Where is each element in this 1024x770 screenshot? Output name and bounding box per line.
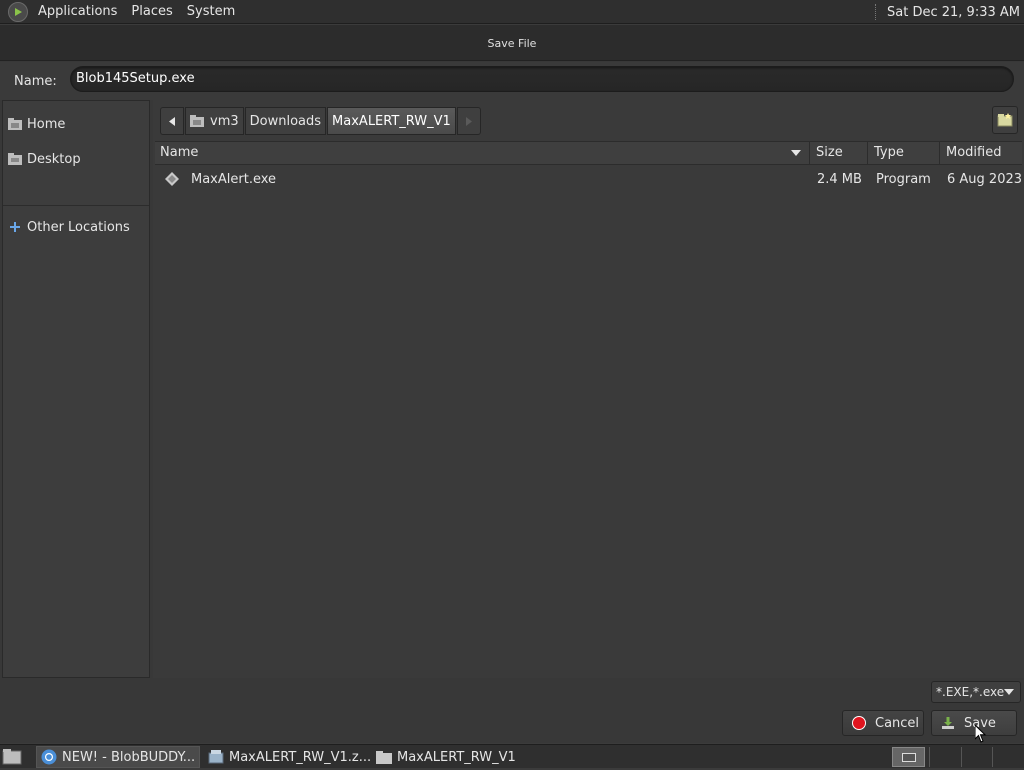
mouse-cursor-icon xyxy=(975,725,987,743)
column-header-modified[interactable]: Modified xyxy=(941,142,1022,164)
sidebar-item-other-locations[interactable]: Other Locations xyxy=(3,214,149,240)
workspace-divider xyxy=(992,747,993,767)
path-segment-label: vm3 xyxy=(210,113,239,129)
taskbar-item-browser[interactable]: NEW! - BlobBUDDY... xyxy=(36,746,200,768)
path-segment-vm3[interactable]: vm3 xyxy=(185,107,244,135)
taskbar-item-label: MaxALERT_RW_V1 xyxy=(397,749,516,765)
column-header-label: Size xyxy=(816,145,843,160)
dialog-title: Save File xyxy=(487,37,537,50)
taskbar-item-folder[interactable]: MaxALERT_RW_V1 xyxy=(372,746,532,768)
file-list: Name Size Type Modified MaxAlert.exe 2.4… xyxy=(155,141,1022,677)
places-sidebar: Home Desktop Other Locations xyxy=(2,100,150,678)
table-row[interactable]: MaxAlert.exe 2.4 MB Program 6 Aug 2023 xyxy=(155,168,1022,192)
name-row: Name: Blob145Setup.exe xyxy=(0,62,1024,100)
download-icon xyxy=(942,717,954,729)
archive-icon xyxy=(208,749,224,765)
save-file-dialog: Save File Name: Blob145Setup.exe Home De… xyxy=(0,25,1024,743)
sidebar-item-label: Other Locations xyxy=(27,219,130,235)
filter-value: *.EXE,*.exe xyxy=(936,685,1005,699)
taskbar-item-label: MaxALERT_RW_V1.z... xyxy=(229,749,372,765)
path-segment-maxalert[interactable]: MaxALERT_RW_V1 xyxy=(327,107,456,135)
filename-input[interactable]: Blob145Setup.exe xyxy=(70,66,1014,92)
sidebar-item-desktop[interactable]: Desktop xyxy=(3,146,149,172)
workspace-switcher-1[interactable] xyxy=(892,747,925,767)
show-desktop-icon[interactable] xyxy=(2,748,22,766)
path-segment-label: MaxALERT_RW_V1 xyxy=(332,113,451,129)
home-folder-icon xyxy=(8,118,22,130)
chevron-down-icon xyxy=(1004,689,1014,695)
cancel-button[interactable]: Cancel xyxy=(842,710,924,736)
workspace-switcher-others[interactable] xyxy=(929,747,1022,767)
window-thumbnail xyxy=(902,753,916,762)
desktop-folder-icon xyxy=(8,153,22,165)
menu-applications[interactable]: Applications xyxy=(34,4,121,19)
home-folder-icon xyxy=(190,115,204,127)
column-header-size[interactable]: Size xyxy=(811,142,868,164)
chrome-icon xyxy=(41,749,57,765)
taskbar-item-label: NEW! - BlobBUDDY... xyxy=(62,749,196,765)
dialog-titlebar[interactable]: Save File xyxy=(0,25,1024,61)
bottom-taskbar: NEW! - BlobBUDDY... MaxALERT_RW_V1.z... … xyxy=(0,744,1024,768)
new-folder-icon xyxy=(997,113,1013,127)
applications-logo-icon[interactable] xyxy=(8,1,28,22)
menu-system[interactable]: System xyxy=(183,4,239,19)
cancel-button-label: Cancel xyxy=(875,715,920,731)
column-header-name[interactable]: Name xyxy=(155,142,810,164)
executable-file-icon xyxy=(165,171,179,186)
path-segment-label: Downloads xyxy=(249,113,322,129)
plus-icon xyxy=(8,221,22,233)
sidebar-item-label: Home xyxy=(27,116,66,132)
panel-separator xyxy=(875,4,879,20)
workspace-divider xyxy=(961,747,962,767)
path-scroll-left-button[interactable] xyxy=(160,107,184,135)
file-name: MaxAlert.exe xyxy=(191,172,277,187)
path-bar: vm3 Downloads MaxALERT_RW_V1 xyxy=(160,106,482,136)
menu-places[interactable]: Places xyxy=(127,4,176,19)
sidebar-separator xyxy=(3,205,149,206)
clock[interactable]: Sat Dec 21, 9:33 AM xyxy=(887,5,1020,20)
file-browser: vm3 Downloads MaxALERT_RW_V1 Name Size T… xyxy=(153,100,1024,678)
sort-descending-icon xyxy=(791,150,801,156)
column-header-type[interactable]: Type xyxy=(869,142,940,164)
column-header-label: Name xyxy=(160,145,199,160)
panel-right: Sat Dec 21, 9:33 AM xyxy=(875,0,1020,24)
file-type-filter-select[interactable]: *.EXE,*.exe xyxy=(931,681,1021,703)
create-folder-button[interactable] xyxy=(992,106,1018,134)
folder-icon xyxy=(376,749,392,765)
sidebar-item-home[interactable]: Home xyxy=(3,111,149,137)
path-scroll-right-button[interactable] xyxy=(456,107,481,135)
column-header-label: Modified xyxy=(946,145,1002,160)
file-size: 2.4 MB xyxy=(817,172,862,187)
file-list-header: Name Size Type Modified xyxy=(155,141,1022,165)
save-button[interactable]: Save xyxy=(931,710,1017,736)
name-label: Name: xyxy=(14,73,57,89)
column-header-label: Type xyxy=(874,145,904,160)
file-modified: 6 Aug 2023 xyxy=(947,172,1023,187)
taskbar-item-archive[interactable]: MaxALERT_RW_V1.z... xyxy=(204,746,372,768)
sidebar-item-label: Desktop xyxy=(27,151,81,167)
cancel-icon xyxy=(852,716,866,730)
file-type: Program xyxy=(876,172,931,187)
top-panel: Applications Places System Sat Dec 21, 9… xyxy=(0,0,1024,24)
path-segment-downloads[interactable]: Downloads xyxy=(244,107,327,135)
